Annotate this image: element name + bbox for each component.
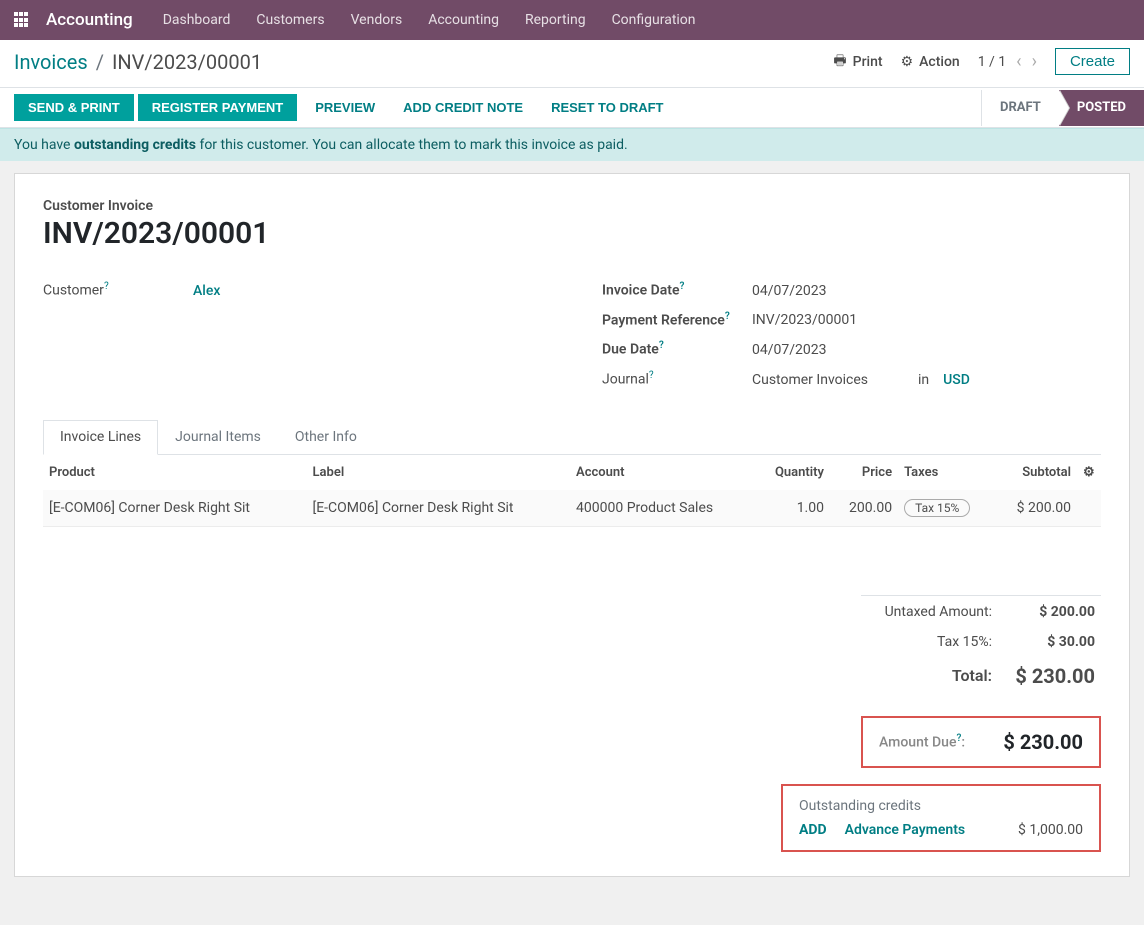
section-label: Customer Invoice (43, 198, 1101, 214)
due-date-value: 04/07/2023 (752, 342, 827, 358)
col-quantity: Quantity (754, 455, 830, 490)
menu-vendors[interactable]: Vendors (351, 12, 403, 28)
status-draft[interactable]: DRAFT (982, 90, 1059, 126)
col-taxes: Taxes (898, 455, 995, 490)
outstanding-credits-box: Outstanding credits ADD Advance Payments… (781, 784, 1101, 852)
invoice-id: INV/2023/00001 (43, 216, 1101, 251)
send-print-button[interactable]: SEND & PRINT (14, 94, 134, 121)
cell-qty: 1.00 (754, 490, 830, 527)
total-label: Total: (863, 658, 996, 694)
customer-value[interactable]: Alex (193, 283, 220, 299)
print-icon: 🖶 (833, 50, 846, 74)
journal-value: Customer Invoices (752, 372, 868, 388)
menu-reporting[interactable]: Reporting (525, 12, 586, 28)
due-date-label: Due Date? (602, 340, 752, 358)
col-price: Price (830, 455, 898, 490)
gear-icon: ⚙ (901, 54, 914, 70)
cell-subtotal: $ 200.00 (995, 490, 1077, 527)
status-posted: POSTED (1059, 90, 1144, 126)
help-icon[interactable]: ? (104, 281, 109, 292)
breadcrumb-root[interactable]: Invoices (14, 50, 88, 74)
cell-label: [E-COM06] Corner Desk Right Sit (307, 490, 571, 527)
action-button[interactable]: ⚙ Action (901, 54, 960, 70)
credits-amount: $ 1,000.00 (1018, 822, 1083, 838)
credits-source[interactable]: Advance Payments (845, 822, 965, 838)
payment-ref-label: Payment Reference? (602, 311, 752, 329)
breadcrumb: Invoices / INV/2023/00001 (14, 50, 262, 74)
currency-value[interactable]: USD (943, 372, 970, 388)
col-account: Account (570, 455, 754, 490)
cell-account: 400000 Product Sales (570, 490, 754, 527)
untaxed-label: Untaxed Amount: (863, 598, 996, 626)
col-label: Label (307, 455, 571, 490)
app-brand[interactable]: Accounting (46, 10, 133, 30)
breadcrumb-current: INV/2023/00001 (112, 50, 262, 74)
total-value: $ 230.00 (998, 658, 1099, 694)
columns-settings-icon[interactable]: ⚙ (1083, 465, 1095, 480)
amount-due-value: $ 230.00 (1003, 730, 1083, 754)
col-product: Product (43, 455, 307, 490)
journal-label: Journal? (602, 370, 752, 388)
invoice-date-value: 04/07/2023 (752, 283, 827, 299)
outstanding-credits-banner: You have outstanding credits for this cu… (0, 128, 1144, 161)
tab-journal-items[interactable]: Journal Items (158, 420, 278, 454)
reset-button[interactable]: RESET TO DRAFT (537, 94, 677, 121)
tab-invoice-lines[interactable]: Invoice Lines (43, 420, 158, 455)
untaxed-value: $ 200.00 (998, 598, 1099, 626)
menu-accounting[interactable]: Accounting (428, 12, 499, 28)
customer-label: Customer? (43, 281, 193, 299)
breadcrumb-sep: / (96, 50, 104, 74)
cell-product: [E-COM06] Corner Desk Right Sit (43, 490, 307, 527)
tax-value: $ 30.00 (998, 628, 1099, 656)
tax-label: Tax 15%: (863, 628, 996, 656)
register-payment-button[interactable]: REGISTER PAYMENT (138, 94, 297, 121)
help-icon[interactable]: ? (680, 281, 685, 292)
help-icon[interactable]: ? (649, 370, 654, 381)
amount-due-box: Amount Due?: $ 230.00 (861, 716, 1101, 768)
tab-other-info[interactable]: Other Info (278, 420, 374, 454)
apps-icon[interactable] (14, 12, 30, 28)
help-icon[interactable]: ? (725, 311, 730, 322)
col-subtotal: Subtotal (995, 455, 1077, 490)
print-button[interactable]: 🖶 Print (833, 50, 882, 74)
credits-add-button[interactable]: ADD (799, 822, 827, 838)
menu-dashboard[interactable]: Dashboard (163, 12, 231, 28)
invoice-date-label: Invoice Date? (602, 281, 752, 299)
help-icon[interactable]: ? (659, 340, 664, 351)
preview-button[interactable]: PREVIEW (301, 94, 389, 121)
pager-next-icon[interactable]: › (1032, 51, 1037, 72)
create-button[interactable]: Create (1055, 48, 1130, 75)
journal-in: in (918, 372, 929, 388)
cell-price: 200.00 (830, 490, 898, 527)
pager-text: 1 / 1 (978, 54, 1006, 70)
cell-tax: Tax 15% (898, 490, 995, 527)
menu-configuration[interactable]: Configuration (612, 12, 696, 28)
credit-note-button[interactable]: ADD CREDIT NOTE (389, 94, 537, 121)
menu-customers[interactable]: Customers (256, 12, 324, 28)
pager-prev-icon[interactable]: ‹ (1016, 51, 1021, 72)
payment-ref-value: INV/2023/00001 (752, 312, 857, 328)
table-row[interactable]: [E-COM06] Corner Desk Right Sit [E-COM06… (43, 490, 1101, 527)
credits-title: Outstanding credits (799, 798, 1083, 814)
